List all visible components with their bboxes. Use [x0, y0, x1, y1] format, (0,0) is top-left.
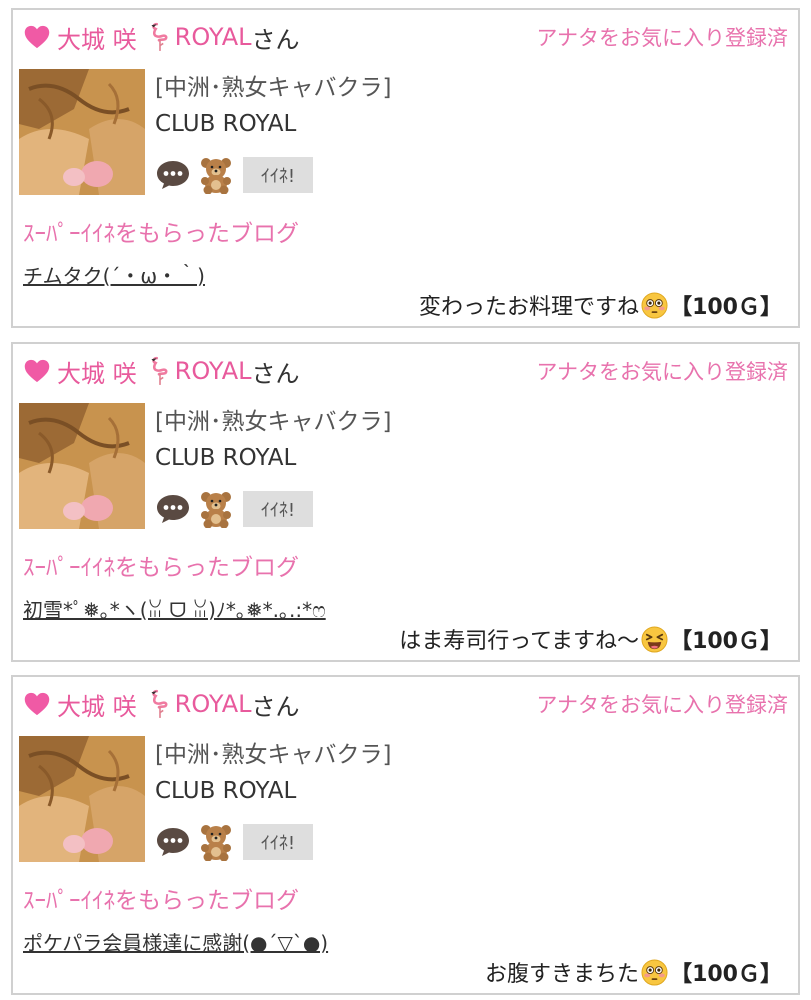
- shop-area: [中洲･熟女キャバクラ]: [155, 75, 392, 101]
- shop-name[interactable]: CLUB ROYAL: [155, 108, 391, 140]
- super-like-label: ｽｰﾊﾟｰｲｲﾈをもらったブログ: [23, 221, 299, 247]
- shop-name[interactable]: CLUB ROYAL: [155, 775, 391, 807]
- action-row: ｲｲﾈ!: [155, 489, 313, 529]
- comment-row: はま寿司行ってますね〜 【100Ｇ】: [399, 623, 782, 655]
- honorific: さん: [251, 25, 300, 54]
- cast-name-row[interactable]: 大城 咲 ROYAL さん: [23, 354, 299, 388]
- avatar[interactable]: [19, 403, 145, 529]
- like-button[interactable]: ｲｲﾈ!: [243, 157, 313, 193]
- favorite-status: アナタをお気に入り登録済: [536, 360, 788, 384]
- shop-info: [中洲･熟女キャバクラ] CLUB ROYAL: [155, 72, 391, 140]
- chat-bubble-icon[interactable]: [155, 158, 191, 192]
- points-badge: 【100Ｇ】: [670, 962, 782, 987]
- chat-bubble-icon[interactable]: [155, 825, 191, 859]
- points-badge: 【100Ｇ】: [670, 295, 782, 320]
- favorite-status: アナタをお気に入り登録済: [536, 693, 788, 717]
- blog-card: 大城 咲 ROYAL さん アナタをお気に入り登録済 [中洲･熟女キャバクラ] …: [11, 342, 800, 662]
- favorite-status: アナタをお気に入り登録済: [536, 26, 788, 50]
- cast-name: 大城 咲: [57, 25, 137, 54]
- honorific: さん: [251, 359, 300, 388]
- comment-text: 変わったお料理ですね: [419, 295, 640, 320]
- heart-icon: [24, 692, 50, 716]
- comment-row: お腹すきまちた 【100Ｇ】: [485, 956, 782, 988]
- blog-card: 大城 咲 ROYAL さん アナタをお気に入り登録済 [中洲･熟女キャバクラ] …: [11, 675, 800, 995]
- honorific: さん: [251, 692, 300, 721]
- teddy-bear-icon[interactable]: [197, 490, 235, 528]
- comment-row: 変わったお料理ですね 【100Ｇ】: [419, 289, 782, 321]
- flushed-face-icon: [641, 291, 668, 319]
- heart-icon: [24, 25, 50, 49]
- chat-bubble-icon[interactable]: [155, 492, 191, 526]
- comment-text: お腹すきまちた: [485, 962, 640, 987]
- blog-card: 大城 咲 ROYAL さん アナタをお気に入り登録済 [中洲･熟女キャバクラ] …: [11, 8, 800, 328]
- shop-info: [中洲･熟女キャバクラ] CLUB ROYAL: [155, 406, 391, 474]
- cast-name: 大城 咲: [57, 692, 137, 721]
- avatar[interactable]: [19, 69, 145, 195]
- shop-short-name: ROYAL: [174, 357, 252, 385]
- shop-area: [中洲･熟女キャバクラ]: [155, 409, 392, 435]
- flamingo-icon: [151, 22, 168, 51]
- avatar[interactable]: [19, 736, 145, 862]
- shop-info: [中洲･熟女キャバクラ] CLUB ROYAL: [155, 739, 391, 807]
- blog-title-link[interactable]: ポケパラ会員様達に感謝(●´▽`●): [23, 927, 328, 956]
- teddy-bear-icon[interactable]: [197, 823, 235, 861]
- shop-short-name: ROYAL: [174, 690, 252, 718]
- cast-name-row[interactable]: 大城 咲 ROYAL さん: [23, 687, 299, 721]
- flamingo-icon: [151, 689, 168, 718]
- comment-text: はま寿司行ってますね〜: [399, 629, 640, 654]
- shop-area: [中洲･熟女キャバクラ]: [155, 742, 392, 768]
- flushed-face-icon: [641, 958, 668, 986]
- laughing-face-icon: [641, 625, 668, 653]
- action-row: ｲｲﾈ!: [155, 155, 313, 195]
- like-button[interactable]: ｲｲﾈ!: [243, 824, 313, 860]
- heart-icon: [24, 359, 50, 383]
- blog-title-link[interactable]: チムタク(´・ω・｀): [23, 260, 205, 289]
- super-like-label: ｽｰﾊﾟｰｲｲﾈをもらったブログ: [23, 555, 299, 581]
- cast-name: 大城 咲: [57, 359, 137, 388]
- shop-short-name: ROYAL: [174, 23, 252, 51]
- points-badge: 【100Ｇ】: [670, 629, 782, 654]
- teddy-bear-icon[interactable]: [197, 156, 235, 194]
- like-button[interactable]: ｲｲﾈ!: [243, 491, 313, 527]
- cast-name-row[interactable]: 大城 咲 ROYAL さん: [23, 20, 299, 54]
- flamingo-icon: [151, 356, 168, 385]
- action-row: ｲｲﾈ!: [155, 822, 313, 862]
- blog-title-link[interactable]: 初雪*ﾟ❅｡*ヽ(ꈍ ᗜ ꈍ)ﾉ*｡❅*.｡.:*ෆ: [23, 594, 326, 623]
- shop-name[interactable]: CLUB ROYAL: [155, 442, 391, 474]
- super-like-label: ｽｰﾊﾟｰｲｲﾈをもらったブログ: [23, 888, 299, 914]
